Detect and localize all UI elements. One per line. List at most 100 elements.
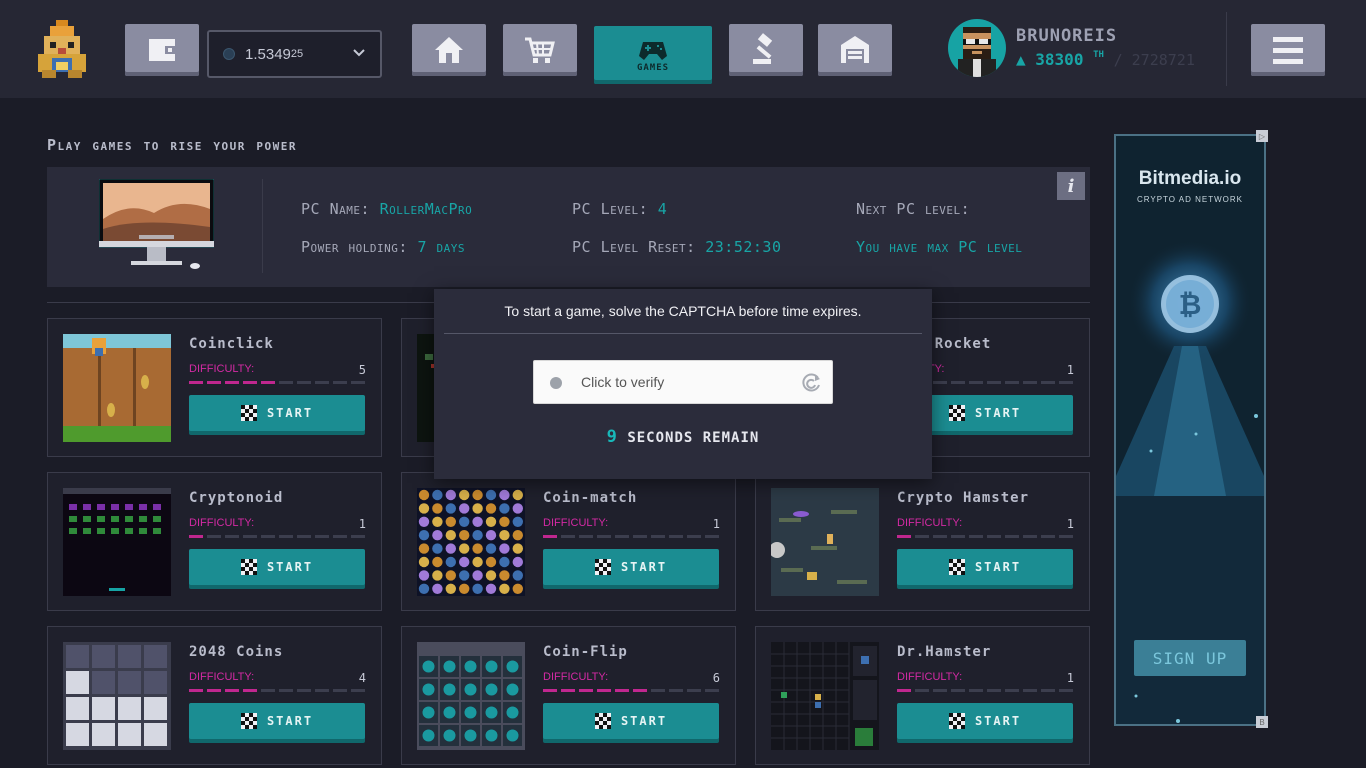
board-tile bbox=[144, 697, 167, 720]
top-bar: 1.5349 25 GAMES BRUNOREIS ▲ 38300 TH / 2… bbox=[0, 0, 1366, 98]
difficulty-segment bbox=[951, 689, 965, 692]
difficulty-label: DIFFICULTY: bbox=[189, 671, 255, 683]
difficulty-value: 1 bbox=[1066, 363, 1074, 377]
difficulty-segment bbox=[915, 535, 929, 538]
difficulty-label: DIFFICULTY: bbox=[897, 671, 963, 683]
coin-tile bbox=[485, 530, 497, 541]
difficulty-label: DIFFICULTY: bbox=[189, 517, 255, 529]
start-game-button[interactable]: START bbox=[543, 549, 719, 585]
coin-tile bbox=[432, 543, 443, 554]
power-holding-label: Power holding: bbox=[301, 238, 408, 256]
coin-face bbox=[506, 683, 519, 696]
start-game-button[interactable]: START bbox=[897, 549, 1073, 585]
difficulty-segment bbox=[261, 535, 275, 538]
board-tile bbox=[66, 723, 89, 746]
coin-tile bbox=[459, 489, 470, 501]
coin-tile bbox=[499, 543, 510, 554]
ad-choices-icon[interactable]: ▷ bbox=[1256, 130, 1268, 142]
difficulty-segment bbox=[669, 535, 683, 538]
coin-tile bbox=[418, 543, 430, 554]
start-label: START bbox=[974, 714, 1022, 728]
board-tile bbox=[118, 671, 141, 694]
nav-games-button[interactable]: GAMES bbox=[594, 26, 712, 84]
difficulty-bar bbox=[543, 689, 719, 692]
nav-auction-button[interactable] bbox=[729, 24, 803, 76]
coin-tile bbox=[485, 516, 497, 527]
avatar[interactable] bbox=[948, 19, 1006, 77]
difficulty-segment bbox=[225, 535, 239, 538]
countdown-seconds: 9 bbox=[606, 427, 618, 447]
coin-tile bbox=[459, 516, 470, 527]
nav-room-button[interactable] bbox=[818, 24, 892, 76]
coin-tile bbox=[499, 489, 510, 501]
coin-tile bbox=[472, 516, 483, 527]
game-name: 2048 Coins bbox=[189, 644, 284, 660]
start-label: START bbox=[266, 406, 314, 420]
checkered-flag-icon bbox=[594, 559, 611, 575]
difficulty-value: 6 bbox=[712, 671, 720, 685]
start-game-button[interactable]: START bbox=[543, 703, 719, 739]
pc-level-label: PC Level: bbox=[572, 200, 649, 218]
next-pc-level-label: Next PC level: bbox=[856, 200, 971, 218]
checkered-flag-icon bbox=[594, 713, 611, 729]
coin-tile bbox=[472, 583, 483, 594]
coin-tile bbox=[512, 556, 523, 568]
difficulty-segment bbox=[987, 689, 1001, 692]
difficulty-segment bbox=[687, 535, 701, 538]
pixel-hamster-logo-icon[interactable] bbox=[36, 20, 88, 78]
ad-network-icon[interactable]: B bbox=[1256, 716, 1268, 728]
captcha-modal: To start a game, solve the CAPTCHA befor… bbox=[434, 289, 932, 479]
balance-decimals: 25 bbox=[290, 48, 304, 60]
modal-divider bbox=[444, 333, 922, 334]
difficulty-segment bbox=[897, 689, 911, 692]
difficulty-segment bbox=[1005, 381, 1019, 384]
game-card-coinclick: Coinclick DIFFICULTY: 5 START bbox=[47, 318, 382, 457]
difficulty-segment bbox=[315, 689, 329, 692]
start-game-button[interactable]: START bbox=[897, 703, 1073, 739]
info-button[interactable]: i bbox=[1057, 172, 1085, 200]
start-game-button[interactable]: START bbox=[189, 395, 365, 431]
coin-tile bbox=[485, 570, 497, 581]
difficulty-bar bbox=[543, 535, 719, 538]
coin-tile bbox=[512, 530, 523, 541]
coin-tile bbox=[418, 489, 430, 501]
nav-games-label: GAMES bbox=[636, 62, 670, 73]
hamburger-menu-button[interactable] bbox=[1251, 24, 1325, 76]
nav-marketplace-button[interactable] bbox=[503, 24, 577, 76]
coin-face bbox=[443, 683, 456, 696]
coin-tile bbox=[418, 516, 430, 527]
coin-tile bbox=[459, 503, 470, 514]
difficulty-segment bbox=[1023, 689, 1037, 692]
start-label: START bbox=[974, 560, 1022, 574]
wallet-button[interactable] bbox=[125, 24, 199, 76]
board-tile bbox=[118, 723, 141, 746]
start-game-button[interactable]: START bbox=[189, 703, 365, 739]
coin-tile bbox=[512, 583, 523, 594]
difficulty-segment bbox=[297, 689, 311, 692]
start-game-button[interactable]: START bbox=[189, 549, 365, 585]
captcha-label: Click to verify bbox=[581, 374, 665, 390]
board-tile bbox=[66, 645, 89, 668]
crypto-hamster-thumbnail bbox=[771, 488, 879, 596]
power-max: / 2728721 bbox=[1113, 51, 1195, 69]
board-tile bbox=[92, 723, 115, 746]
nav-home-button[interactable] bbox=[412, 24, 486, 76]
difficulty-segment bbox=[351, 689, 365, 692]
ad-signup-button[interactable]: SIGN UP bbox=[1134, 640, 1246, 676]
difficulty-segment bbox=[207, 381, 221, 384]
coin-face bbox=[422, 706, 435, 719]
bitmedia-ad-banner[interactable]: Bitmedia.io CRYPTO AD NETWORK ₿ SIGN UP bbox=[1114, 134, 1266, 726]
board-tile bbox=[66, 671, 89, 694]
difficulty-segment bbox=[1059, 535, 1073, 538]
captcha-widget[interactable]: Click to verify bbox=[533, 360, 833, 404]
start-label: START bbox=[620, 714, 668, 728]
checkered-flag-icon bbox=[240, 559, 257, 575]
difficulty-segment bbox=[915, 689, 929, 692]
chevron-down-icon bbox=[353, 49, 365, 57]
username[interactable]: BRUNOREIS bbox=[1016, 26, 1117, 46]
rollercoin-coin-icon bbox=[223, 48, 235, 60]
coin-tile bbox=[499, 556, 510, 568]
coin-tile bbox=[485, 556, 497, 568]
coin-tile bbox=[445, 583, 456, 594]
balance-dropdown[interactable]: 1.5349 25 bbox=[207, 30, 382, 78]
